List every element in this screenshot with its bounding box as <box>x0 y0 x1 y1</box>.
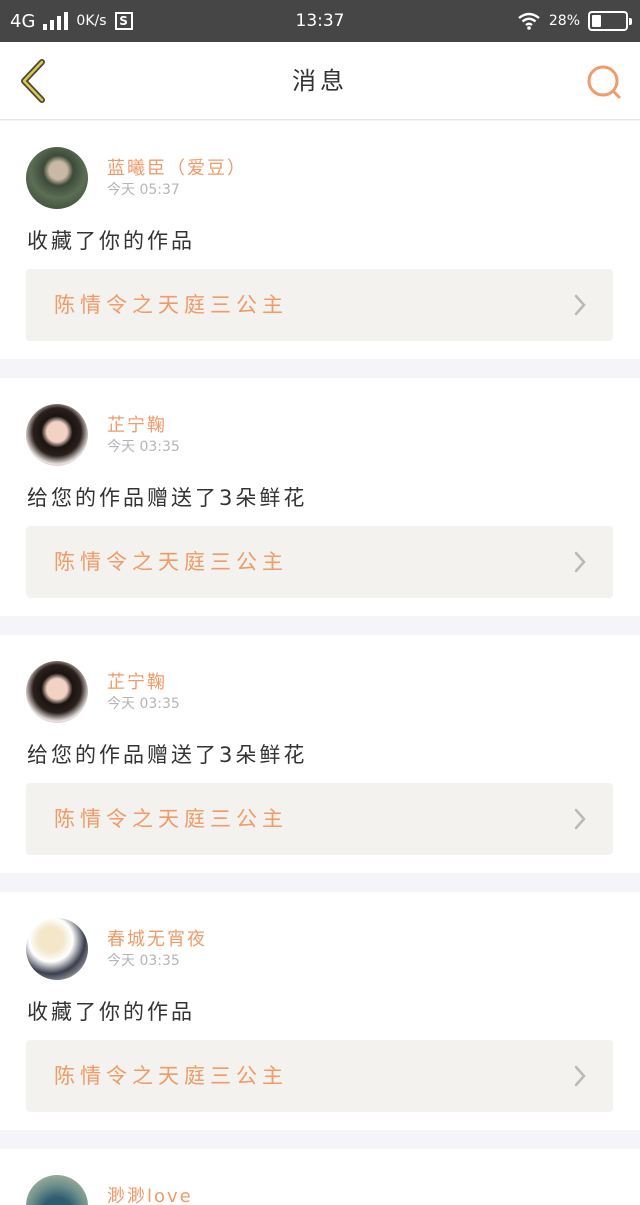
message-card: 渺渺love <box>0 1149 640 1205</box>
sender-name[interactable]: 春城无宵夜 <box>107 925 207 951</box>
wifi-icon <box>518 12 540 30</box>
avatar[interactable] <box>26 1175 88 1205</box>
status-right: 28% <box>517 0 632 42</box>
work-title: 陈情令之天庭三公主 <box>54 293 288 317</box>
sender-name[interactable]: 芷宁鞠 <box>107 668 167 694</box>
search-icon[interactable] <box>584 62 624 102</box>
battery-level <box>592 15 601 27</box>
message-list: 蓝曦臣（爱豆） 今天 05:37 收藏了你的作品 陈情令之天庭三公主 芷宁鞠 今… <box>0 121 640 1205</box>
avatar[interactable] <box>26 918 88 980</box>
work-link[interactable]: 陈情令之天庭三公主 <box>26 1040 613 1112</box>
chevron-right-icon <box>574 294 586 316</box>
page-title: 消息 <box>292 67 348 95</box>
work-title: 陈情令之天庭三公主 <box>54 807 288 831</box>
chevron-right-icon <box>574 551 586 573</box>
message-time: 今天 03:35 <box>107 696 180 712</box>
work-title: 陈情令之天庭三公主 <box>54 550 288 574</box>
sender-name[interactable]: 渺渺love <box>107 1182 193 1205</box>
chevron-right-icon <box>574 1065 586 1087</box>
message-time: 今天 03:35 <box>107 439 180 455</box>
message-text: 给您的作品赠送了3朵鲜花 <box>27 743 308 767</box>
work-link[interactable]: 陈情令之天庭三公主 <box>26 526 613 598</box>
sender-name[interactable]: 芷宁鞠 <box>107 411 167 437</box>
nav-bar: 消息 <box>0 42 640 120</box>
message-text: 给您的作品赠送了3朵鲜花 <box>27 486 308 510</box>
work-title: 陈情令之天庭三公主 <box>54 1064 288 1088</box>
battery-percent: 28% <box>548 13 580 29</box>
message-time: 今天 05:37 <box>107 182 180 198</box>
avatar[interactable] <box>26 404 88 466</box>
message-text: 收藏了你的作品 <box>27 229 195 253</box>
message-card: 芷宁鞠 今天 03:35 给您的作品赠送了3朵鲜花 陈情令之天庭三公主 <box>0 635 640 873</box>
message-card: 蓝曦臣（爱豆） 今天 05:37 收藏了你的作品 陈情令之天庭三公主 <box>0 121 640 359</box>
sender-name[interactable]: 蓝曦臣（爱豆） <box>107 154 247 180</box>
message-card: 芷宁鞠 今天 03:35 给您的作品赠送了3朵鲜花 陈情令之天庭三公主 <box>0 378 640 616</box>
avatar[interactable] <box>26 661 88 723</box>
work-link[interactable]: 陈情令之天庭三公主 <box>26 269 613 341</box>
battery-icon <box>588 11 632 31</box>
message-card: 春城无宵夜 今天 03:35 收藏了你的作品 陈情令之天庭三公主 <box>0 892 640 1130</box>
message-time: 今天 03:35 <box>107 953 180 969</box>
work-link[interactable]: 陈情令之天庭三公主 <box>26 783 613 855</box>
avatar[interactable] <box>26 147 88 209</box>
chevron-right-icon <box>574 808 586 830</box>
status-bar: 4G 0K/s S 13:37 28% <box>0 0 640 42</box>
message-text: 收藏了你的作品 <box>27 1000 195 1024</box>
